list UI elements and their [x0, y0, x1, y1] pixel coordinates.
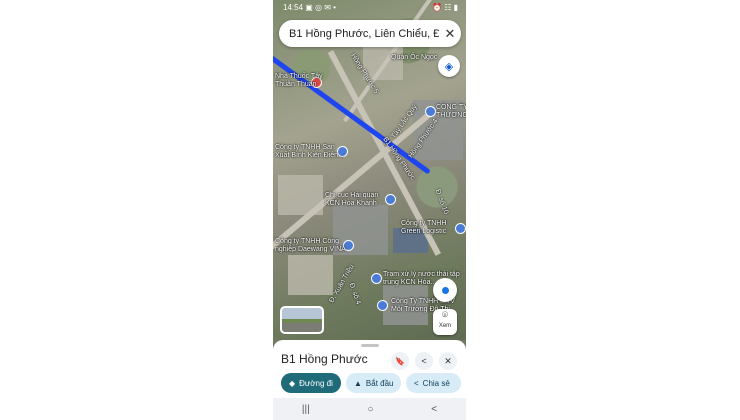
clear-search-icon[interactable]: ✕: [439, 26, 461, 42]
facility-pin-icon[interactable]: [371, 273, 382, 284]
close-icon: ✕: [444, 355, 452, 366]
directions-button[interactable]: ◆ Đường đi: [281, 373, 341, 393]
building: [288, 255, 333, 295]
map-label-cong-ty-tnhh-san[interactable]: Công ty TNHH Sản Xuất Bình Kiên Điện...: [275, 144, 344, 160]
location-dot-icon: [441, 286, 449, 294]
home-button[interactable]: ○: [367, 404, 373, 415]
status-bar: 14:54 ▣ ◎ ✉ • ⏰ ☷ ▮: [283, 3, 458, 15]
back-button[interactable]: <: [431, 404, 437, 415]
map-label-green-logistic[interactable]: Công ty TNHH Green Logistic: [401, 220, 446, 236]
my-location-button[interactable]: [433, 278, 457, 302]
navigate-icon: ▲: [354, 378, 362, 388]
map-label-cong-ty-thuong[interactable]: CÔNG TY THƯƠNG...: [436, 104, 466, 120]
phone-screen: 14:54 ▣ ◎ ✉ • ⏰ ☷ ▮ B1 Hồng Phước, Liên …: [273, 0, 466, 420]
map-view[interactable]: 14:54 ▣ ◎ ✉ • ⏰ ☷ ▮ B1 Hồng Phước, Liên …: [273, 0, 466, 340]
layers-icon[interactable]: ◈: [438, 55, 460, 77]
status-right-icons: ⏰ ☷ ▮: [432, 3, 458, 12]
map-label-chi-cuc[interactable]: Chi cục Hải quan KCN Hòa Khánh: [325, 192, 378, 208]
map-label-road-so-10: Đ. số 10: [433, 188, 450, 216]
search-input[interactable]: B1 Hồng Phước, Liên Chiểu, Đ...: [279, 28, 439, 40]
map-label-quan-ngoc[interactable]: Quán Ốc Ngọc: [391, 54, 437, 62]
lens-view-label: Xem: [438, 323, 452, 329]
place-bottom-sheet[interactable]: B1 Hồng Phước 🔖 < ✕ ◆ Đường đi ▲ Bắt đầu…: [273, 340, 466, 398]
directions-label: Đường đi: [299, 378, 333, 388]
start-label: Bắt đầu: [365, 378, 394, 388]
company-pin-icon[interactable]: [455, 223, 466, 234]
status-time: 14:54: [283, 3, 304, 12]
bookmark-icon: 🔖: [395, 356, 405, 366]
map-label-thuoc-tay[interactable]: Nhà Thuốc Tây Thuận Thuần: [275, 73, 323, 89]
camera-lens-icon: ⌾: [442, 310, 448, 321]
status-icons: ▣ ◎ ✉ •: [305, 3, 336, 12]
close-button[interactable]: ✕: [439, 352, 457, 370]
system-nav-bar: ||| ○ <: [273, 398, 466, 420]
start-button[interactable]: ▲ Bắt đầu: [346, 373, 401, 393]
place-title: B1 Hồng Phước: [281, 352, 368, 366]
street-view-thumbnail[interactable]: [280, 306, 324, 334]
share-icon: <: [421, 356, 427, 366]
lens-view-button[interactable]: ⌾ Xem: [433, 309, 457, 335]
recents-button[interactable]: |||: [302, 404, 310, 415]
search-bar[interactable]: B1 Hồng Phước, Liên Chiểu, Đ... ✕: [279, 20, 461, 47]
save-button[interactable]: 🔖: [391, 352, 409, 370]
customs-pin-icon[interactable]: [385, 194, 396, 205]
drag-handle[interactable]: [361, 344, 379, 347]
company-pin-icon[interactable]: [425, 106, 436, 117]
map-label-road-duong-so-4: Đ. số 4: [347, 282, 362, 306]
map-label-daewang[interactable]: Công ty TNHH Công nghiệp Daewang VINA: [275, 238, 346, 254]
share-chip-label: Chia sẻ: [422, 378, 450, 388]
company-pin-icon[interactable]: [377, 300, 388, 311]
share-chip-button[interactable]: < Chia sẻ: [406, 373, 461, 393]
share-button[interactable]: <: [415, 352, 433, 370]
share-chip-icon: <: [414, 378, 419, 388]
directions-icon: ◆: [289, 378, 296, 388]
